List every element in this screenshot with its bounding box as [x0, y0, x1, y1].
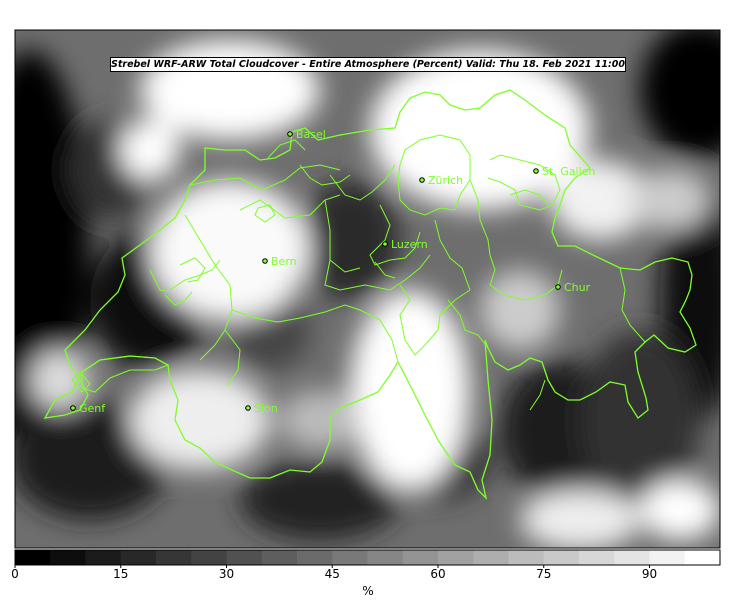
city-label: Genf [79, 402, 106, 415]
colorbar-segment [649, 550, 686, 565]
city-marker-dot [262, 258, 268, 264]
colorbar-segment [226, 550, 263, 565]
colorbar-segment [120, 550, 157, 565]
colorbar-segment [579, 550, 615, 565]
colorbar-tick-label: 15 [113, 567, 129, 581]
city-marker-dot [555, 284, 561, 290]
colorbar-segment [297, 550, 333, 565]
colorbar-tick-label: 45 [324, 567, 340, 581]
colorbar-segment [50, 550, 86, 565]
colorbar-segment [261, 550, 298, 565]
city-marker-dot [70, 405, 76, 411]
colorbar-segment [438, 550, 474, 565]
city-marker-dot [419, 177, 425, 183]
colorbar-tick-label: 0 [11, 567, 19, 581]
city-st-gallen: St. Gallen [533, 165, 595, 178]
city-label: St. Gallen [542, 165, 595, 178]
map-title: Strebel WRF-ARW Total Cloudcover - Entir… [110, 57, 626, 72]
colorbar-segment [191, 550, 227, 565]
colorbar-segment [15, 550, 51, 565]
colorbar-segment [543, 550, 580, 565]
colorbar-segment [508, 550, 545, 565]
colorbar-tick-label: 30 [218, 567, 235, 581]
colorbar-segment [367, 550, 404, 565]
colorbar-tick-label: 90 [641, 567, 658, 581]
weather-map-figure: Basel Zürich St. Gallen Luzern Bern Chur Sion G… [0, 0, 733, 600]
city-label: Sion [254, 402, 278, 415]
city-marker-dot [382, 241, 388, 247]
city-label: Bern [271, 255, 297, 268]
colorbar-segment [684, 550, 721, 565]
colorbar-segment [332, 550, 368, 565]
city-marker-dot [533, 168, 539, 174]
colorbar [14, 549, 721, 568]
city-label: Zürich [428, 174, 463, 187]
city-label: Basel [296, 128, 326, 141]
colorbar-segment [85, 550, 122, 565]
city-label: Chur [564, 281, 591, 294]
colorbar-tick-label: 60 [430, 567, 446, 581]
colorbar-segment [614, 550, 650, 565]
city-marker-dot [245, 405, 251, 411]
city-marker-dot [287, 131, 293, 137]
map-svg: Basel Zürich St. Gallen Luzern Bern Chur Sion G… [14, 29, 721, 568]
city-label: Luzern [391, 238, 428, 251]
colorbar-tick-label: 75 [536, 567, 552, 581]
colorbar-unit-label: % [362, 584, 374, 598]
colorbar-segment [473, 550, 509, 565]
colorbar-segment [156, 550, 192, 565]
colorbar-segment [402, 550, 439, 565]
